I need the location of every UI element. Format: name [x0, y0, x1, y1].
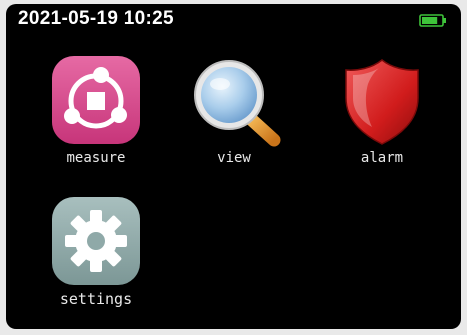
settings-app-tile[interactable]: settings: [46, 195, 146, 315]
measure-icon: [46, 54, 146, 149]
gear-icon: [46, 195, 146, 290]
magnifier-icon: [184, 54, 284, 149]
alarm-label: alarm: [360, 150, 404, 166]
settings-label: settings: [59, 290, 133, 308]
view-app-tile[interactable]: view: [184, 54, 284, 174]
battery-icon: [419, 14, 446, 27]
measure-label: measure: [66, 150, 126, 166]
shield-icon: [332, 54, 432, 149]
view-label: view: [217, 150, 251, 166]
screen: 2021-05-19 10:25 measure view alarm sett…: [6, 4, 461, 329]
datetime: 2021-05-19 10:25: [18, 8, 174, 29]
status-bar: 2021-05-19 10:25: [6, 4, 461, 36]
device-frame: 2021-05-19 10:25 measure view alarm sett…: [0, 0, 467, 335]
measure-app-tile[interactable]: measure: [46, 54, 146, 174]
alarm-app-tile[interactable]: alarm: [332, 54, 432, 174]
